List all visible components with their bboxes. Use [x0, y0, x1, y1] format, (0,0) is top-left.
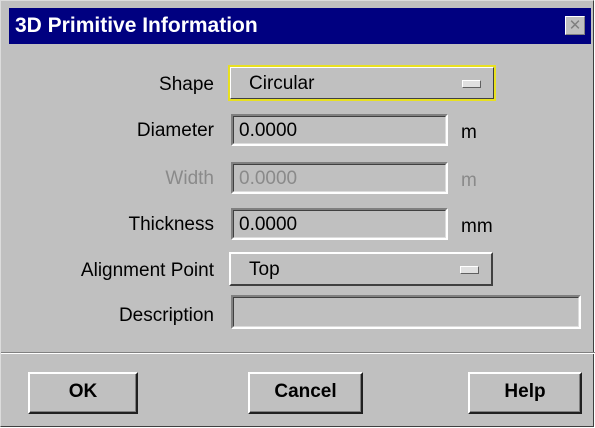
thickness-label: Thickness — [128, 214, 214, 235]
alignment-label: Alignment Point — [80, 260, 214, 281]
option-menu-indicator-icon — [460, 266, 479, 274]
alignment-point-select[interactable]: Top — [229, 252, 493, 286]
diameter-input[interactable]: 0.0000 — [231, 114, 448, 146]
description-input[interactable] — [231, 295, 581, 329]
diameter-unit: m — [461, 122, 477, 143]
diameter-value: 0.0000 — [239, 120, 298, 141]
width-input: 0.0000 — [231, 162, 448, 194]
separator — [1, 352, 595, 354]
width-unit: m — [461, 170, 477, 191]
ok-button[interactable]: OK — [28, 372, 138, 414]
shape-label: Shape — [159, 74, 214, 95]
close-icon[interactable]: ✕ — [565, 16, 585, 35]
thickness-value: 0.0000 — [239, 214, 298, 235]
cancel-button[interactable]: Cancel — [248, 372, 363, 414]
alignment-value: Top — [249, 259, 280, 280]
option-menu-indicator-icon — [462, 80, 481, 88]
title-bar[interactable]: 3D Primitive Information ✕ — [9, 8, 591, 44]
width-value: 0.0000 — [239, 168, 298, 189]
width-label: Width — [165, 168, 214, 189]
shape-value: Circular — [249, 73, 315, 94]
thickness-unit: mm — [461, 216, 493, 237]
diameter-label: Diameter — [136, 120, 214, 141]
help-button[interactable]: Help — [468, 372, 582, 414]
dialog-window: 3D Primitive Information ✕ Shape Circula… — [0, 0, 595, 427]
window-title: 3D Primitive Information — [15, 14, 258, 37]
description-label: Description — [118, 305, 214, 326]
thickness-input[interactable]: 0.0000 — [231, 208, 448, 240]
shape-select[interactable]: Circular — [228, 65, 496, 101]
